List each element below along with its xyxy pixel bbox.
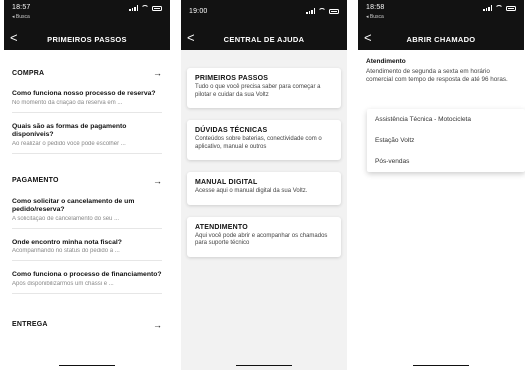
card-manual-digital[interactable]: MANUAL DIGITAL Acesse aqui o manual digi… [187,172,341,205]
signal-icon [129,5,138,11]
home-indicator[interactable] [413,365,469,366]
home-indicator[interactable] [236,365,292,366]
arrow-right-icon[interactable]: → [153,68,162,78]
status-icons [129,5,162,11]
battery-icon [152,5,162,11]
status-time: 18:57 [12,4,31,11]
screen-central-de-ajuda: 19:00 < CENTRAL DE AJUDA PRIMEIROS PASSO… [181,0,347,370]
status-back-link[interactable]: ◂ Busca [12,14,30,20]
status-icons [483,5,516,11]
nav-bar: < CENTRAL DE AJUDA [181,28,347,50]
faq-question: Como solicitar o cancelamento de um pedi… [12,197,135,214]
arrow-right-icon[interactable]: → [153,320,162,330]
option-estacao-voltz[interactable]: Estação Voltz [367,130,525,151]
back-icon[interactable]: < [364,31,372,45]
category-dropdown: Assistência Técnica - Motocicleta Estaçã… [367,109,525,172]
wifi-icon [495,5,503,11]
nav-bar: < ABRIR CHAMADO [358,28,524,50]
section-heading: Atendimento [366,58,406,65]
faq-answer-preview: No momento da criação da reserva em ... [12,99,123,106]
section-description: Atendimento de segunda a sexta em horári… [366,68,508,83]
faq-question: Onde encontro minha nota fiscal? [12,238,122,246]
card-primeiros-passos[interactable]: PRIMEIROS PASSOS Tudo o que você precisa… [187,68,341,108]
status-time: 18:58 [366,4,385,11]
status-bar: 18:58 ◂ Busca [358,0,524,28]
faq-list: COMPRA → Como funciona nosso processo de… [4,68,170,330]
divider [12,292,162,294]
card-title: PRIMEIROS PASSOS [195,75,269,82]
section-label: COMPRA [12,69,45,77]
faq-answer-preview: Acompanhando no status do pedido a ... [12,248,120,254]
status-back-link[interactable]: ◂ Busca [366,14,384,20]
faq-item[interactable]: Como solicitar o cancelamento de um pedi… [12,198,162,229]
faq-question: Como funciona o processo de financiament… [12,271,162,278]
card-atendimento[interactable]: ATENDIMENTO Aqui você pode abrir e acomp… [187,216,341,257]
card-description: Conteúdos sobre baterias, conectividade … [195,136,322,150]
back-icon[interactable]: < [187,31,195,45]
status-time: 19:00 [189,8,208,15]
card-title: ATENDIMENTO [195,223,248,231]
nav-bar: < PRIMEIROS PASSOS [4,28,170,50]
atendimento-info: Atendimento Atendimento de segunda a sex… [358,50,524,84]
section-compra[interactable]: COMPRA → [12,68,162,78]
card-description: Aqui você pode abrir e acompanhar os cha… [195,232,328,247]
faq-answer-preview: Ao realizar o pedido você pode escolher … [12,140,126,147]
page-title: PRIMEIROS PASSOS [47,34,127,44]
home-indicator[interactable] [59,365,115,366]
page-title: CENTRAL DE AJUDA [223,34,305,44]
wifi-icon [318,8,326,14]
divider [12,111,162,113]
status-icons [306,8,339,14]
section-pagamento[interactable]: PAGAMENTO → [12,176,162,186]
faq-item[interactable]: Quais são as formas de pagamento disponí… [12,123,162,154]
help-cards: PRIMEIROS PASSOS Tudo o que você precisa… [181,50,347,257]
battery-icon [329,8,339,14]
option-assistencia-tecnica[interactable]: Assistência Técnica - Motocicleta [367,109,525,130]
section-label: ENTREGA [12,321,48,328]
card-duvidas-tecnicas[interactable]: DÚVIDAS TÉCNICAS Conteúdos sobre bateria… [187,120,341,160]
divider [12,260,162,261]
status-bar: 18:57 ◂ Busca [4,0,170,28]
faq-item[interactable]: Como funciona nosso processo de reserva?… [12,90,162,113]
battery-icon [506,5,516,11]
signal-icon [306,8,315,14]
screen-primeiros-passos: 18:57 ◂ Busca < PRIMEIROS PASSOS COMPRA … [4,0,170,370]
card-title: MANUAL DIGITAL [195,179,258,186]
faq-item[interactable]: Onde encontro minha nota fiscal? Acompan… [12,238,162,261]
card-description: Acesse aqui o manual digital da sua Volt… [195,188,308,194]
arrow-right-icon[interactable]: → [153,176,162,186]
faq-question: Quais são as formas de pagamento disponí… [12,122,127,139]
back-icon[interactable]: < [10,31,18,45]
status-bar: 19:00 [181,0,347,28]
card-description: Tudo o que você precisa saber para começ… [195,84,321,98]
faq-answer-preview: Após disponibilizarmos um chassi e ... [12,280,114,287]
screen-abrir-chamado: 18:58 ◂ Busca < ABRIR CHAMADO Atendiment… [358,0,524,370]
divider [12,227,162,229]
faq-item[interactable]: Como funciona o processo de financiament… [12,271,162,294]
faq-question: Como funciona nosso processo de reserva? [12,90,156,97]
card-title: DÚVIDAS TÉCNICAS [195,127,268,134]
wifi-icon [141,5,149,11]
section-label: PAGAMENTO [12,177,59,184]
divider [12,152,162,154]
section-entrega[interactable]: ENTREGA → [12,320,162,330]
signal-icon [483,5,492,11]
page-title: ABRIR CHAMADO [406,34,476,44]
faq-answer-preview: A solicitação de cancelamento do seu ... [12,215,120,222]
option-pos-vendas[interactable]: Pós-vendas [367,151,525,172]
